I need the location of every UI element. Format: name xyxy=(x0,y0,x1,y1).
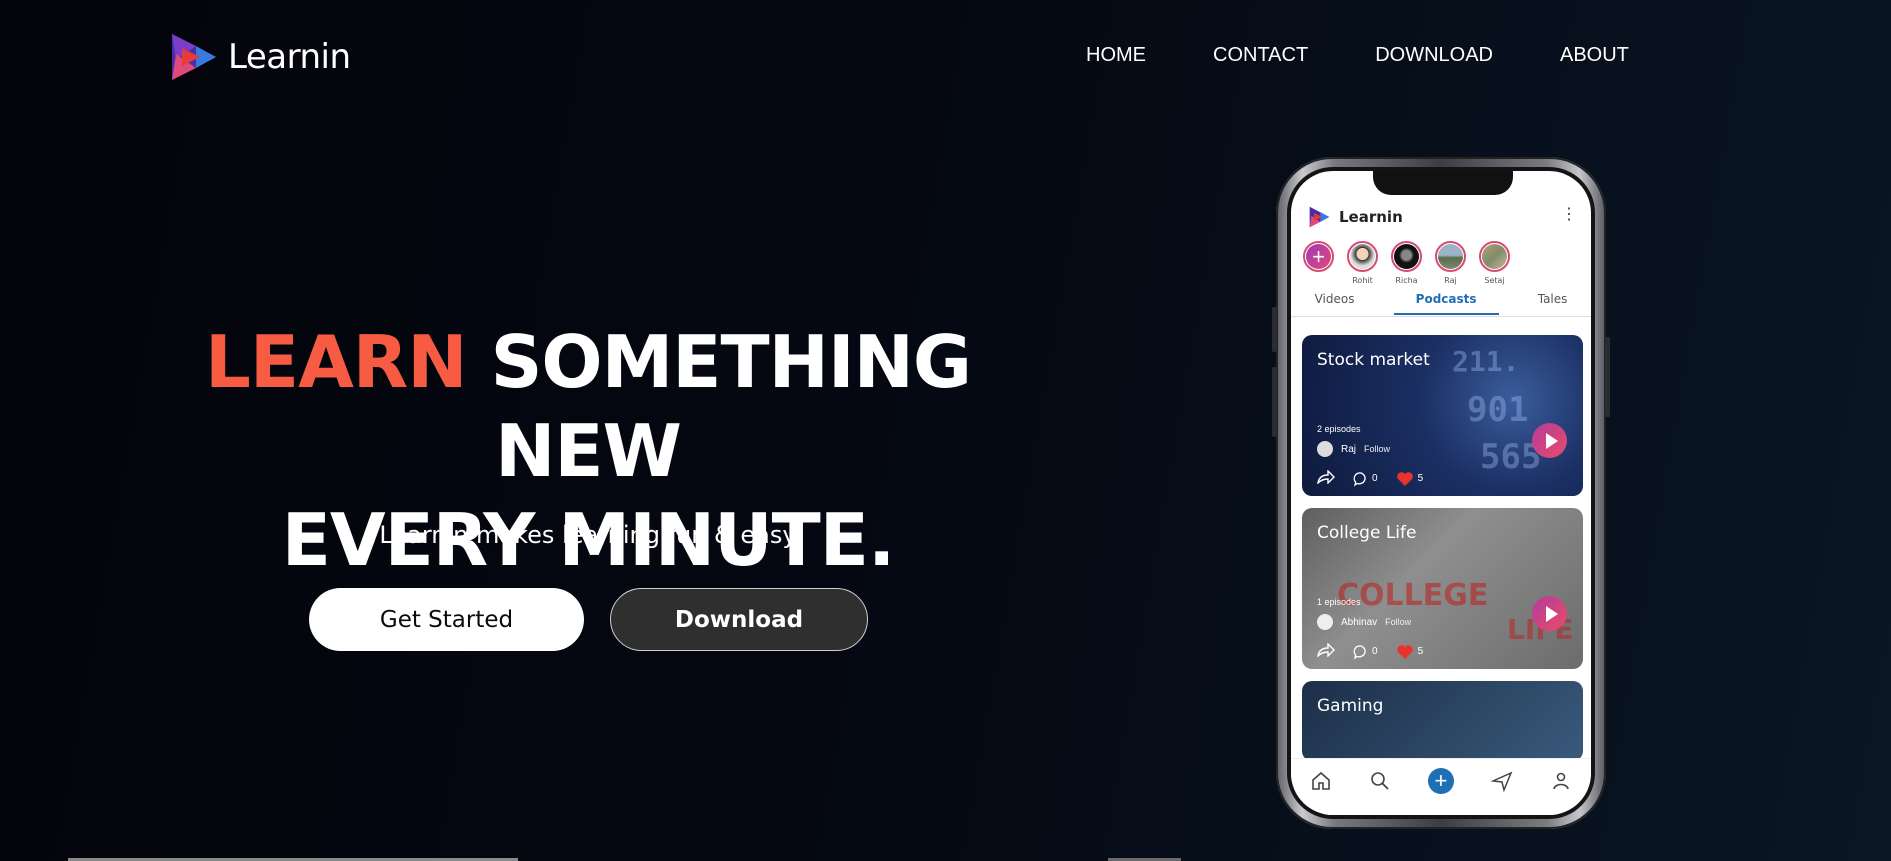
avatar xyxy=(1350,244,1375,269)
phone-side-button xyxy=(1605,337,1610,417)
story-name: Richa xyxy=(1395,276,1418,285)
share-icon[interactable] xyxy=(1316,469,1335,487)
background-decoration: 901 xyxy=(1467,390,1529,430)
avatar xyxy=(1482,244,1507,269)
card-episodes: 1 episodes xyxy=(1317,597,1361,607)
card-author: Raj Follow xyxy=(1317,441,1390,457)
tabs-divider xyxy=(1291,316,1591,317)
background-decoration: 211. xyxy=(1452,345,1520,378)
tab-tales[interactable]: Tales xyxy=(1530,292,1576,315)
home-icon[interactable] xyxy=(1310,770,1332,792)
phone-mockup: Learnin ⋮ + Rohit Richa Raj Setaj Videos… xyxy=(1272,157,1610,829)
comment-count: 0 xyxy=(1372,473,1378,484)
card-actions: 0 5 xyxy=(1316,469,1424,487)
comment-icon[interactable] xyxy=(1353,471,1369,487)
nav-download[interactable]: DOWNLOAD xyxy=(1375,44,1493,67)
heart-icon[interactable] xyxy=(1396,471,1414,487)
more-options-icon[interactable]: ⋮ xyxy=(1561,207,1577,223)
brand-name: Learnin xyxy=(228,37,351,77)
like-count: 5 xyxy=(1417,646,1424,657)
podcast-card[interactable]: Gaming xyxy=(1302,681,1583,761)
card-author: Abhinav Follow xyxy=(1317,614,1411,630)
phone-screen: Learnin ⋮ + Rohit Richa Raj Setaj Videos… xyxy=(1291,171,1591,815)
add-icon[interactable]: + xyxy=(1427,768,1454,794)
hero-subtitle: Learnin makes learning fun & easy xyxy=(379,521,797,549)
content-tabs: Videos Podcasts Tales xyxy=(1291,292,1591,315)
main-nav: HOME CONTACT DOWNLOAD ABOUT xyxy=(1086,44,1629,67)
follow-link[interactable]: Follow xyxy=(1385,617,1411,627)
app-title: Learnin xyxy=(1339,208,1403,226)
search-icon[interactable] xyxy=(1369,770,1391,792)
nav-home[interactable]: HOME xyxy=(1086,44,1146,67)
story-name: Raj xyxy=(1444,276,1457,285)
brand-logo[interactable]: Learnin xyxy=(166,30,351,84)
download-button[interactable]: Download xyxy=(610,588,868,651)
card-title: College Life xyxy=(1317,523,1417,543)
stories-row: + Rohit Richa Raj Setaj xyxy=(1301,241,1512,285)
podcast-card[interactable]: COLLEGE LIFE College Life 1 episodes Abh… xyxy=(1302,508,1583,669)
like-count: 5 xyxy=(1417,473,1424,484)
hero-title-rest: SOMETHING NEW xyxy=(466,320,972,493)
app-header: Learnin xyxy=(1307,205,1403,229)
nav-about[interactable]: ABOUT xyxy=(1560,44,1629,67)
author-name: Abhinav xyxy=(1341,616,1378,628)
story-name: Setaj xyxy=(1484,276,1505,285)
avatar xyxy=(1394,244,1419,269)
podcast-card[interactable]: 211. 901 565 Stock market 2 episodes Raj… xyxy=(1302,335,1583,496)
story-name: Rohit xyxy=(1352,276,1373,285)
phone-side-button xyxy=(1272,307,1277,352)
get-started-button[interactable]: Get Started xyxy=(309,588,584,651)
play-button[interactable] xyxy=(1532,596,1567,631)
nav-contact[interactable]: CONTACT xyxy=(1213,44,1308,67)
avatar xyxy=(1438,244,1463,269)
app-bottom-nav: + xyxy=(1291,758,1591,815)
story-item[interactable]: Rohit xyxy=(1345,241,1380,285)
background-decoration: COLLEGE xyxy=(1337,578,1489,613)
phone-side-button xyxy=(1272,367,1277,437)
tab-podcasts[interactable]: Podcasts xyxy=(1393,292,1499,315)
card-actions: 0 5 xyxy=(1316,642,1424,660)
add-story[interactable]: + xyxy=(1301,241,1336,285)
tab-videos[interactable]: Videos xyxy=(1307,292,1363,315)
share-icon[interactable] xyxy=(1316,642,1335,660)
add-story-icon: + xyxy=(1306,244,1331,269)
heart-icon[interactable] xyxy=(1396,644,1414,660)
story-item[interactable]: Raj xyxy=(1433,241,1468,285)
avatar xyxy=(1317,614,1333,630)
card-title: Stock market xyxy=(1317,350,1430,370)
phone-notch xyxy=(1373,171,1513,195)
hero-title-accent: LEARN xyxy=(205,320,467,404)
comment-icon[interactable] xyxy=(1353,644,1369,660)
story-item[interactable]: Setaj xyxy=(1477,241,1512,285)
app-logo-icon xyxy=(1309,206,1330,228)
author-name: Raj xyxy=(1341,443,1357,455)
profile-icon[interactable] xyxy=(1550,770,1572,792)
play-button[interactable] xyxy=(1532,423,1567,458)
play-logo-icon xyxy=(172,34,216,80)
card-episodes: 2 episodes xyxy=(1317,424,1361,434)
send-icon[interactable] xyxy=(1491,770,1513,792)
comment-count: 0 xyxy=(1372,646,1378,657)
card-title: Gaming xyxy=(1317,696,1384,716)
follow-link[interactable]: Follow xyxy=(1364,444,1390,454)
story-item[interactable]: Richa xyxy=(1389,241,1424,285)
avatar xyxy=(1317,441,1333,457)
